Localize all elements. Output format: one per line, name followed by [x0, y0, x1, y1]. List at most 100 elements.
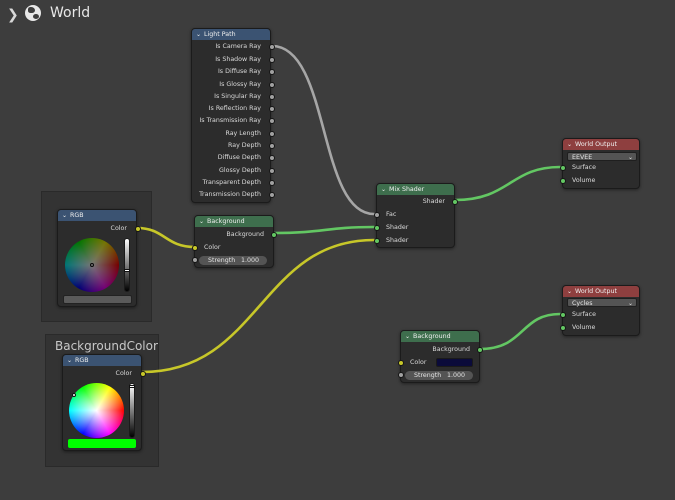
node-header[interactable]: ⌄ RGB: [58, 210, 136, 221]
value-slider-knob[interactable]: [124, 269, 130, 272]
node-header[interactable]: ⌄ Mix Shader: [377, 184, 454, 195]
output-socket[interactable]: [269, 118, 275, 124]
world-icon: [25, 5, 41, 21]
node-header[interactable]: ⌄ Background: [195, 216, 273, 227]
link-mix-to-eevee-surface: [453, 165, 562, 202]
input-label: Volume: [572, 324, 596, 331]
rgb-node-top[interactable]: ⌄ RGB Color: [57, 209, 141, 307]
shader-output-socket[interactable]: [452, 199, 458, 205]
rgb-node-bottom[interactable]: ⌄ RGB Color: [62, 354, 146, 451]
link-background-to-shader1: [271, 225, 376, 235]
volume-input-socket[interactable]: [560, 325, 566, 331]
color-swatch[interactable]: [68, 439, 136, 448]
chevron-right-icon[interactable]: ❯: [7, 7, 19, 23]
color-input-socket[interactable]: [192, 245, 198, 251]
render-target-dropdown[interactable]: EEVEE ⌄: [567, 152, 637, 161]
editor-header: ❯ World: [0, 0, 200, 28]
output-label: Is Reflection Ray: [208, 105, 261, 112]
node-header[interactable]: ⌄ RGB: [63, 355, 141, 366]
output-label: Is Camera Ray: [215, 43, 261, 50]
output-label: Is Singular Ray: [214, 93, 261, 100]
output-socket[interactable]: [269, 94, 275, 100]
background-output-socket[interactable]: [271, 232, 277, 238]
output-socket[interactable]: [269, 192, 275, 198]
output-label: Is Glossy Ray: [219, 81, 261, 88]
light-path-node[interactable]: ⌄ Light Path Is Camera Ray Is Shadow Ray …: [191, 28, 275, 203]
output-label: Is Transmission Ray: [199, 117, 261, 124]
background-output-socket[interactable]: [477, 347, 483, 353]
node-header[interactable]: ⌄ World Output: [563, 286, 639, 297]
output-socket[interactable]: [269, 155, 275, 161]
input-label: Shader: [386, 224, 409, 231]
link-camera-ray-to-fac: [270, 44, 376, 216]
node-header[interactable]: ⌄ Background: [401, 331, 479, 342]
output-label: Transparent Depth: [202, 179, 261, 186]
input-label: Surface: [572, 164, 596, 171]
collapse-chevron-icon[interactable]: ⌄: [567, 139, 572, 150]
strength-input-socket[interactable]: [192, 257, 198, 263]
volume-input-socket[interactable]: [560, 178, 566, 184]
shader-input-socket-2[interactable]: [374, 238, 380, 244]
node-header[interactable]: ⌄ Light Path: [192, 29, 270, 40]
collapse-chevron-icon[interactable]: ⌄: [67, 355, 72, 366]
input-label: Shader: [386, 237, 409, 244]
color-output-socket[interactable]: [135, 226, 141, 232]
output-socket[interactable]: [269, 82, 275, 88]
output-socket[interactable]: [269, 69, 275, 75]
strength-input-socket[interactable]: [398, 372, 404, 378]
color-picker-dot[interactable]: [72, 393, 76, 397]
color-wheel[interactable]: [69, 383, 124, 438]
world-output-eevee-node[interactable]: ⌄ World Output EEVEE ⌄ Surface Volume: [560, 138, 640, 189]
output-socket[interactable]: [269, 168, 275, 174]
link-bg2-to-cycles-surface: [478, 312, 562, 351]
output-label: Ray Length: [225, 130, 261, 137]
output-socket[interactable]: [269, 131, 275, 137]
output-label: Shader: [422, 198, 445, 205]
value-slider[interactable]: [124, 238, 130, 292]
world-output-cycles-node[interactable]: ⌄ World Output Cycles ⌄ Surface Volume: [560, 285, 640, 336]
output-label: Background: [432, 346, 470, 353]
color-swatch[interactable]: [63, 295, 132, 304]
output-label: Background: [226, 231, 264, 238]
fac-input-socket[interactable]: [374, 212, 380, 218]
shader-input-socket-1[interactable]: [374, 225, 380, 231]
collapse-chevron-icon[interactable]: ⌄: [405, 331, 410, 342]
render-target-dropdown[interactable]: Cycles ⌄: [567, 298, 637, 307]
chevron-down-icon: ⌄: [627, 300, 633, 307]
surface-input-socket[interactable]: [560, 165, 566, 171]
background-node-top[interactable]: ⌄ Background Background Color Strength 1.…: [192, 215, 277, 268]
output-label: Ray Depth: [227, 142, 261, 149]
collapse-chevron-icon[interactable]: ⌄: [381, 184, 386, 195]
color-picker-dot[interactable]: [90, 263, 94, 267]
output-label: Color: [115, 370, 132, 377]
value-slider-knob[interactable]: [129, 385, 135, 388]
mix-shader-node[interactable]: ⌄ Mix Shader Shader Fac Shader Shader: [374, 183, 458, 248]
collapse-chevron-icon[interactable]: ⌄: [196, 29, 201, 40]
background-node-bottom[interactable]: ⌄ Background Background Color Strength 1.…: [398, 330, 483, 383]
collapse-chevron-icon[interactable]: ⌄: [199, 216, 204, 227]
color-value-swatch[interactable]: [436, 358, 473, 367]
color-wheel[interactable]: [65, 238, 119, 292]
strength-field[interactable]: Strength 1.000: [199, 256, 267, 265]
input-label: Volume: [572, 177, 596, 184]
output-socket[interactable]: [269, 106, 275, 112]
color-input-socket[interactable]: [398, 360, 404, 366]
node-header[interactable]: ⌄ World Output: [563, 139, 639, 150]
value-slider[interactable]: [129, 383, 135, 438]
output-label: Is Shadow Ray: [215, 56, 261, 63]
output-socket[interactable]: [269, 44, 275, 50]
color-output-socket[interactable]: [140, 371, 146, 377]
page-title: World: [50, 5, 91, 21]
surface-input-socket[interactable]: [560, 312, 566, 318]
output-socket[interactable]: [269, 143, 275, 149]
frame-label: BackgroundColor: [55, 339, 158, 353]
strength-field[interactable]: Strength 1.000: [405, 371, 473, 380]
input-label: Surface: [572, 311, 596, 318]
output-socket[interactable]: [269, 180, 275, 186]
output-label: Is Diffuse Ray: [217, 68, 261, 75]
input-label: Color: [410, 359, 427, 366]
collapse-chevron-icon[interactable]: ⌄: [567, 286, 572, 297]
output-socket[interactable]: [269, 57, 275, 63]
input-label: Color: [204, 244, 221, 251]
collapse-chevron-icon[interactable]: ⌄: [62, 210, 67, 221]
